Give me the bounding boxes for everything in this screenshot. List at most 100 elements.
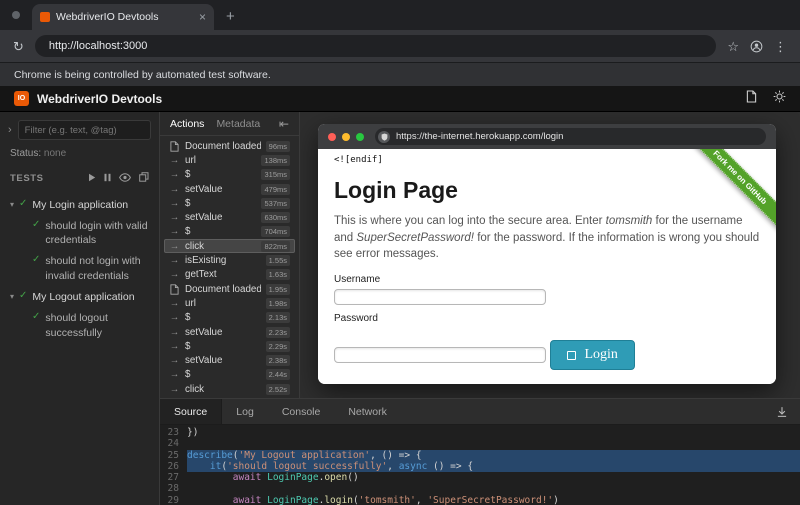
new-tab-icon[interactable]: + bbox=[226, 9, 235, 24]
arrow-right-icon: → bbox=[169, 269, 180, 280]
action-item[interactable]: Document loaded96ms bbox=[164, 139, 295, 153]
username-input[interactable] bbox=[334, 289, 546, 305]
line-number: 28 bbox=[160, 483, 187, 494]
tab-source[interactable]: Source bbox=[160, 399, 222, 424]
github-fork-ribbon[interactable]: Fork me on GitHub bbox=[684, 149, 776, 233]
password-input[interactable] bbox=[334, 347, 546, 363]
actions-tab-bar: Actions Metadata ⇤ bbox=[160, 112, 299, 136]
preview-address-bar: https://the-internet.herokuapp.com/login bbox=[375, 128, 766, 145]
action-item[interactable]: →$704ms bbox=[164, 225, 295, 239]
tests-header: TESTS bbox=[0, 161, 159, 190]
line-number: 26 bbox=[160, 461, 187, 472]
action-label: $ bbox=[185, 169, 256, 180]
security-shield-icon bbox=[378, 131, 390, 143]
mock-minimize-dot[interactable] bbox=[342, 133, 350, 141]
status-row: Status: none bbox=[0, 145, 159, 161]
action-item[interactable]: →$537ms bbox=[164, 196, 295, 210]
close-tab-icon[interactable]: × bbox=[199, 11, 206, 23]
tab-metadata[interactable]: Metadata bbox=[216, 118, 260, 130]
action-item[interactable]: →url1.98s bbox=[164, 296, 295, 310]
collapse-panel-icon[interactable]: ⇤ bbox=[279, 118, 289, 130]
test-spec-item[interactable]: ✓should login with valid credentials bbox=[0, 215, 159, 250]
arrow-right-icon: → bbox=[169, 198, 180, 209]
password-label: Password bbox=[334, 313, 760, 324]
bottom-panel: Source Log Console Network 23})2425descr… bbox=[160, 398, 800, 505]
action-item[interactable]: →setValue2.38s bbox=[164, 353, 295, 367]
action-time-badge: 2.52s bbox=[266, 384, 290, 395]
window-control-dot[interactable] bbox=[12, 11, 20, 19]
tab-console[interactable]: Console bbox=[268, 399, 335, 424]
arrow-right-icon: → bbox=[169, 155, 180, 166]
action-item[interactable]: →url138ms bbox=[164, 153, 295, 167]
action-item[interactable]: →$2.29s bbox=[164, 339, 295, 353]
action-item[interactable]: →$2.13s bbox=[164, 311, 295, 325]
document-icon bbox=[169, 284, 180, 295]
eye-icon[interactable] bbox=[119, 169, 131, 187]
action-item[interactable]: Document loaded1.95s bbox=[164, 282, 295, 296]
bookmark-star-icon[interactable]: ☆ bbox=[727, 40, 739, 53]
download-icon[interactable] bbox=[764, 399, 800, 424]
reload-icon[interactable]: ↻ bbox=[13, 40, 24, 53]
suite-label: My Login application bbox=[32, 198, 128, 213]
copy-icon[interactable] bbox=[139, 169, 149, 187]
tab-network[interactable]: Network bbox=[334, 399, 401, 424]
theme-toggle-sun-icon[interactable] bbox=[773, 90, 786, 108]
arrow-right-icon: → bbox=[169, 312, 180, 323]
browser-toolbar: ↻ http://localhost:3000 ☆ ⋮ bbox=[0, 30, 800, 62]
tab-log[interactable]: Log bbox=[222, 399, 268, 424]
check-icon: ✓ bbox=[32, 311, 40, 322]
arrow-right-icon: → bbox=[169, 298, 180, 309]
action-list: Document loaded96ms→url138ms→$315ms→setV… bbox=[160, 136, 299, 398]
sidebar-collapse-icon[interactable]: › bbox=[8, 124, 12, 136]
login-button-label: Login bbox=[584, 347, 617, 363]
test-spec-item[interactable]: ✓should not login with invalid credentia… bbox=[0, 250, 159, 285]
test-suite-item[interactable]: ▾✓My Login application bbox=[0, 193, 159, 215]
preview-url: https://the-internet.herokuapp.com/login bbox=[396, 131, 563, 142]
action-item[interactable]: →getText1.63s bbox=[164, 268, 295, 282]
action-label: isExisting bbox=[185, 255, 261, 266]
tab-actions[interactable]: Actions bbox=[170, 118, 204, 130]
action-item[interactable]: →setValue2.23s bbox=[164, 325, 295, 339]
action-time-badge: 138ms bbox=[261, 155, 290, 166]
suite-label: My Logout application bbox=[32, 290, 134, 305]
spec-label: should logout successfully bbox=[45, 311, 151, 340]
action-label: $ bbox=[185, 341, 261, 352]
browser-tab[interactable]: WebdriverIO Devtools × bbox=[32, 4, 214, 30]
code-line: 28 bbox=[160, 483, 800, 494]
code-editor[interactable]: 23})2425describe('My Logout application'… bbox=[160, 425, 800, 505]
test-spec-item[interactable]: ✓ should logout successfully bbox=[0, 307, 159, 342]
menu-dots-icon[interactable]: ⋮ bbox=[774, 40, 787, 53]
browser-tab-strip: WebdriverIO Devtools × + bbox=[0, 0, 800, 30]
tab-title: WebdriverIO Devtools bbox=[56, 11, 193, 23]
arrow-right-icon: → bbox=[169, 226, 180, 237]
login-button[interactable]: Login bbox=[550, 340, 634, 370]
test-suite-item[interactable]: ▾✓My Logout application bbox=[0, 285, 159, 307]
action-time-badge: 2.23s bbox=[266, 327, 290, 338]
chevron-down-icon[interactable]: ▾ bbox=[10, 200, 14, 209]
play-icon[interactable] bbox=[88, 169, 96, 187]
chevron-down-icon[interactable]: ▾ bbox=[10, 292, 14, 301]
code-text: }) bbox=[187, 427, 800, 438]
mock-close-dot[interactable] bbox=[328, 133, 336, 141]
line-number: 29 bbox=[160, 495, 187, 505]
preview-page: <![endif] Fork me on GitHub Login Page T… bbox=[318, 149, 776, 384]
address-bar[interactable]: http://localhost:3000 bbox=[35, 35, 716, 57]
action-item[interactable]: →$315ms bbox=[164, 168, 295, 182]
action-label: Document loaded bbox=[185, 284, 261, 295]
action-item[interactable]: →setValue479ms bbox=[164, 182, 295, 196]
action-item[interactable]: →isExisting1.55s bbox=[164, 253, 295, 267]
filter-input[interactable] bbox=[18, 120, 151, 140]
line-number: 27 bbox=[160, 472, 187, 483]
check-icon: ✓ bbox=[32, 254, 40, 265]
action-item[interactable]: →setValue630ms bbox=[164, 210, 295, 224]
action-item[interactable]: →click822ms bbox=[164, 239, 295, 253]
profile-icon[interactable] bbox=[750, 40, 763, 53]
pause-icon[interactable] bbox=[104, 169, 111, 187]
ribbon-container: Fork me on GitHub bbox=[684, 149, 776, 241]
action-time-badge: 2.44s bbox=[266, 369, 290, 380]
report-file-icon[interactable] bbox=[746, 90, 757, 108]
mock-zoom-dot[interactable] bbox=[356, 133, 364, 141]
code-text bbox=[187, 483, 800, 494]
action-item[interactable]: →click2.52s bbox=[164, 382, 295, 396]
action-item[interactable]: →$2.44s bbox=[164, 368, 295, 382]
